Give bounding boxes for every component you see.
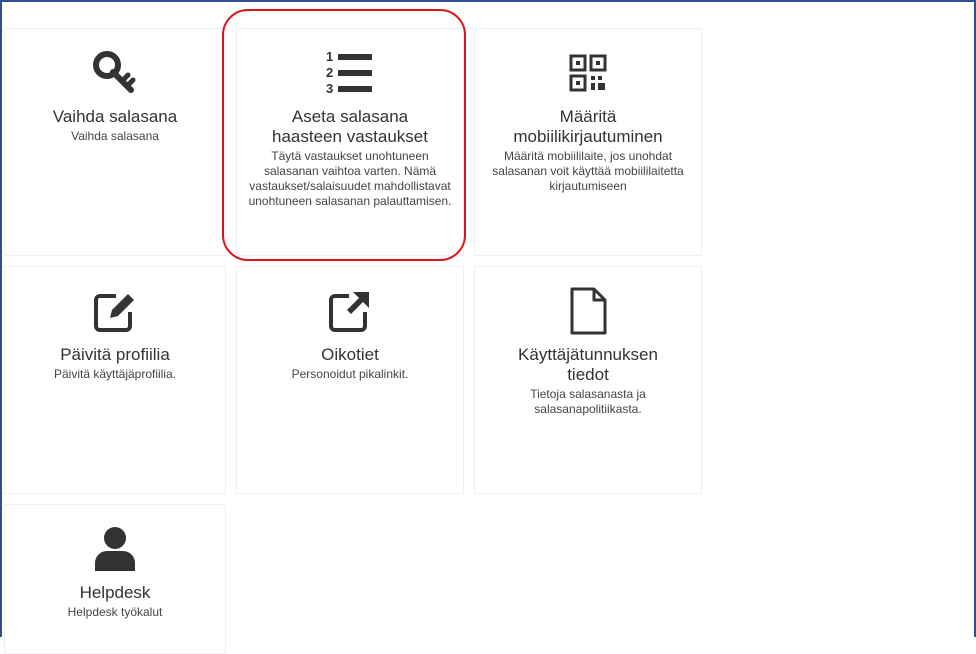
tile-description: Vaihda salasana xyxy=(71,129,159,143)
svg-text:3: 3 xyxy=(326,81,333,96)
tile-title-line2: tiedot xyxy=(567,365,609,384)
tile-description: Helpdesk työkalut xyxy=(67,605,163,619)
tile-description: Tietoja salasanasta ja salasanapolitiika… xyxy=(530,387,646,416)
tile-helpdesk[interactable]: Helpdesk Helpdesk työkalut xyxy=(4,504,226,654)
tile-title-line1: Määritä xyxy=(559,107,617,126)
tile-title-line2: mobiilikirjautuminen xyxy=(513,127,663,146)
tile-title: Helpdesk xyxy=(79,583,151,602)
key-icon xyxy=(5,45,225,101)
external-link-icon xyxy=(237,283,463,339)
tile-set-challenge-answers[interactable]: 1 2 3 Aseta salasana haasteen vastaukset… xyxy=(236,28,464,256)
tile-shortcuts[interactable]: Oikotiet Personoidut pikalinkit. xyxy=(236,266,464,494)
tile-update-profile[interactable]: Päivitä profiilia Päivitä käyttäjäprofii… xyxy=(4,266,226,494)
tile-title: Vaihda salasana xyxy=(52,107,178,126)
tile-title-line1: Aseta salasana xyxy=(291,107,409,126)
document-icon xyxy=(475,283,701,339)
edit-icon xyxy=(5,283,225,339)
tile-title: Oikotiet xyxy=(321,345,379,364)
svg-text:1: 1 xyxy=(326,49,333,64)
tile-description: Personoidut pikalinkit. xyxy=(291,367,409,381)
tile-description: Täytä vastaukset unohtuneen salasanan va… xyxy=(248,149,452,208)
tile-title-line1: Käyttäjätunnuksen xyxy=(518,345,658,364)
tile-mobile-login[interactable]: Määritä mobiilikirjautuminen Määritä mob… xyxy=(474,28,702,256)
tile-account-info[interactable]: Käyttäjätunnuksen tiedot Tietoja salasan… xyxy=(474,266,702,494)
tile-description: Päivitä käyttäjäprofiilia. xyxy=(53,367,177,381)
user-icon xyxy=(5,521,225,577)
qr-code-icon xyxy=(475,45,701,101)
tile-title-line2: haasteen vastaukset xyxy=(272,127,428,146)
tile-title: Päivitä profiilia xyxy=(60,345,170,364)
tile-description: Määritä mobiililaite, jos unohdat salasa… xyxy=(492,149,684,193)
svg-text:2: 2 xyxy=(326,65,333,80)
tile-change-password[interactable]: Vaihda salasana Vaihda salasana xyxy=(4,28,226,256)
numbered-list-icon: 1 2 3 xyxy=(237,45,463,101)
